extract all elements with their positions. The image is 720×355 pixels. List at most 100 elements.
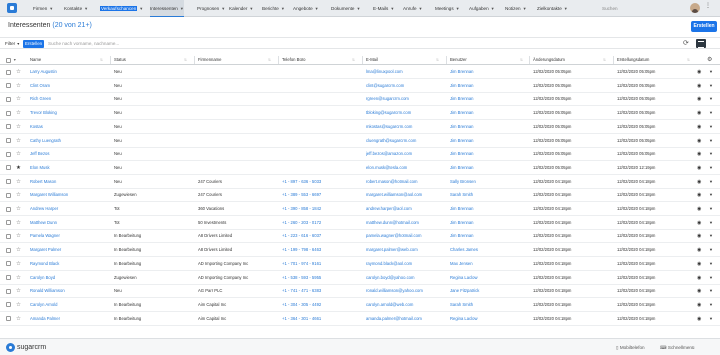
row-actions-chevron-icon[interactable]: ▼: [709, 79, 713, 93]
table-row[interactable]: ☆ Kostas Neu mkostas@sugarcrm.com Jim Brenna…: [0, 120, 720, 134]
table-row[interactable]: ☆ Pamela Wagner In Bearbeitung A8 Drivers L…: [0, 229, 720, 244]
star-icon[interactable]: ☆: [16, 106, 21, 120]
column-divider[interactable]: [529, 56, 530, 64]
cell-email[interactable]: cluengrath@sugarcrm.com: [366, 134, 446, 148]
chevron-down-icon[interactable]: ▼: [139, 6, 143, 11]
nav-item[interactable]: Meetings ▼: [435, 0, 460, 17]
preview-eye-icon[interactable]: ◉: [697, 216, 701, 230]
star-icon[interactable]: ☆: [16, 134, 21, 148]
global-search-input[interactable]: Suchen: [602, 3, 682, 14]
cell-email[interactable]: pamela.wagner@hotmail.com: [366, 229, 446, 243]
footer-brand[interactable]: sugarcrm: [17, 342, 46, 353]
cell-name[interactable]: Margaret Williamson: [30, 188, 110, 202]
preview-eye-icon[interactable]: ◉: [697, 284, 701, 298]
preview-eye-icon[interactable]: ◉: [697, 257, 701, 271]
cell-name[interactable]: Jeff Bezos: [30, 147, 110, 161]
cell-user[interactable]: Jim Brennan: [450, 106, 530, 120]
preview-eye-icon[interactable]: ◉: [697, 298, 701, 312]
gear-icon[interactable]: ⚙: [707, 56, 712, 64]
cell-email[interactable]: carolyn.arnold@web.com: [366, 298, 446, 312]
star-icon[interactable]: ☆: [16, 216, 21, 230]
star-icon[interactable]: ☆: [16, 271, 21, 285]
cell-user[interactable]: Jim Brennan: [450, 202, 530, 216]
cell-user[interactable]: Jane Fitzpatrick: [450, 284, 530, 298]
nav-item[interactable]: Interessenten ▼: [150, 0, 184, 17]
row-actions-chevron-icon[interactable]: ▼: [709, 271, 713, 285]
row-checkbox[interactable]: [6, 206, 11, 212]
row-checkbox[interactable]: [6, 124, 11, 130]
preview-eye-icon[interactable]: ◉: [697, 175, 701, 189]
cell-user[interactable]: Jim Brennan: [450, 134, 530, 148]
nav-item[interactable]: Kalender ▼: [229, 0, 253, 17]
cell-user[interactable]: Sarah Smith: [450, 188, 530, 202]
cell-phone[interactable]: +1 - 304 - 305 - 4492: [282, 298, 362, 312]
star-icon[interactable]: ★: [16, 161, 21, 175]
row-checkbox[interactable]: [6, 138, 11, 143]
cell-name[interactable]: Pamela Wagner: [30, 229, 110, 243]
nav-item[interactable]: Prognosen ▼: [197, 0, 225, 17]
cell-user[interactable]: Regina Laclow: [450, 312, 530, 326]
table-row[interactable]: ☆ Carolyn Boyd Zugewiesen AD Importing Comp…: [0, 271, 720, 285]
row-actions-chevron-icon[interactable]: ▼: [709, 216, 713, 230]
chevron-down-icon[interactable]: ▼: [49, 6, 53, 11]
star-icon[interactable]: ☆: [16, 120, 21, 134]
preview-eye-icon[interactable]: ◉: [697, 271, 701, 285]
table-row[interactable]: ☆ Carolyn Arnold In Bearbeitung Aim Capital…: [0, 298, 720, 312]
cell-user[interactable]: Jim Brennan: [450, 147, 530, 161]
column-divider[interactable]: [362, 56, 363, 64]
row-actions-chevron-icon[interactable]: ▼: [709, 161, 713, 175]
preview-eye-icon[interactable]: ◉: [697, 79, 701, 93]
cell-email[interactable]: ronald.williamson@yahoo.com: [366, 284, 446, 298]
cell-name[interactable]: Ronald Williamson: [30, 284, 110, 298]
create-button[interactable]: Erstellen: [691, 21, 717, 32]
cell-email[interactable]: clint@sugarcrm.com: [366, 79, 446, 93]
cell-phone[interactable]: [282, 134, 362, 148]
cell-phone[interactable]: [282, 106, 362, 120]
chevron-down-icon[interactable]: ▼: [13, 55, 17, 65]
cell-phone[interactable]: +1 - 389 - 553 - 6697: [282, 188, 362, 202]
cell-name[interactable]: Matthew Dunn: [30, 216, 110, 230]
column-header[interactable]: Telefon Büro: [282, 55, 306, 65]
star-icon[interactable]: ☆: [16, 284, 21, 298]
star-icon[interactable]: ☆: [16, 243, 21, 257]
filter-pill[interactable]: Erstellen: [23, 40, 45, 48]
cell-email[interactable]: lma@linuxpool.com: [366, 65, 446, 79]
nav-item[interactable]: Angebote ▼: [293, 0, 319, 17]
chevron-down-icon[interactable]: ▼: [564, 6, 568, 11]
row-checkbox[interactable]: [6, 96, 11, 102]
table-row[interactable]: ☆ Jeff Bezos Neu jeff.bezos@amazon.com Jim B…: [0, 147, 720, 162]
cell-name[interactable]: Elon Musk: [30, 161, 110, 175]
table-row[interactable]: ☆ Margaret Palmer In Bearbeitung A8 Drivers…: [0, 243, 720, 258]
cell-phone[interactable]: +1 - 897 - 636 - 5033: [282, 175, 362, 189]
cell-phone[interactable]: [282, 120, 362, 134]
cell-phone[interactable]: +1 - 364 - 301 - 4661: [282, 312, 362, 326]
star-icon[interactable]: ☆: [16, 188, 21, 202]
column-header[interactable]: Name: [30, 55, 41, 65]
cell-name[interactable]: Carolyn Boyd: [30, 271, 110, 285]
row-actions-chevron-icon[interactable]: ▼: [709, 243, 713, 257]
column-header[interactable]: Benutzer: [450, 55, 467, 65]
row-checkbox[interactable]: [6, 316, 11, 322]
cell-email[interactable]: matthew.dunn@hotmail.com: [366, 216, 446, 230]
preview-eye-icon[interactable]: ◉: [697, 65, 701, 79]
cell-phone[interactable]: [282, 79, 362, 93]
preview-eye-icon[interactable]: ◉: [697, 161, 701, 175]
row-checkbox[interactable]: [6, 179, 11, 185]
row-actions-chevron-icon[interactable]: ▼: [709, 134, 713, 148]
row-checkbox[interactable]: [6, 83, 11, 89]
cell-user[interactable]: Charles James: [450, 243, 530, 257]
cell-user[interactable]: Regina Laclow: [450, 271, 530, 285]
table-row[interactable]: ☆ Matthew Dunn Tot 50 Investments +1 - 260 -…: [0, 216, 720, 230]
nav-item[interactable]: Aufgaben ▼: [469, 0, 495, 17]
row-checkbox[interactable]: [6, 275, 11, 280]
nav-item[interactable]: Zielkontakte ▼: [537, 0, 568, 17]
sort-icon[interactable]: ⇅: [603, 55, 606, 65]
star-icon[interactable]: ☆: [16, 79, 21, 93]
row-checkbox[interactable]: [6, 247, 11, 253]
preview-eye-icon[interactable]: ◉: [697, 134, 701, 148]
column-header[interactable]: Erstellungsdatum: [617, 55, 649, 65]
table-row[interactable]: ☆ Cathy Luengrath Neu cluengrath@sugarcrm.c…: [0, 134, 720, 148]
star-icon[interactable]: ☆: [16, 175, 21, 189]
row-checkbox[interactable]: [6, 69, 11, 75]
cell-email[interactable]: amanda.palmer@hotmail.com: [366, 312, 446, 326]
